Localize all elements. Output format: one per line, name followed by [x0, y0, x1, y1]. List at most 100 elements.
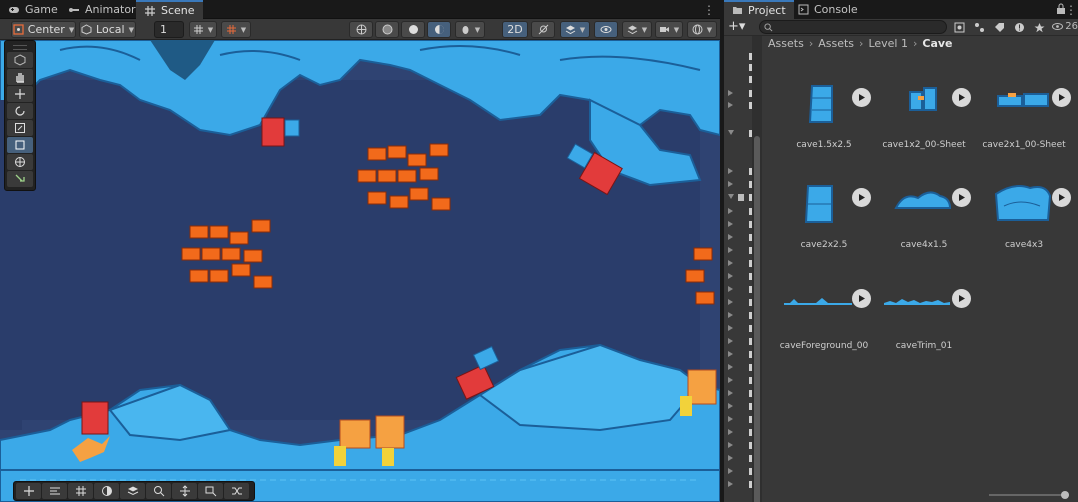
- gizmos-dropdown[interactable]: ▼: [687, 21, 717, 38]
- grid-snap-dropdown[interactable]: ▼: [189, 21, 217, 38]
- scrollbar-thumb[interactable]: [754, 136, 760, 502]
- hand-tool-button[interactable]: [7, 69, 33, 85]
- label-filter-icon: [975, 22, 984, 32]
- lighting-toggle-button[interactable]: [531, 21, 555, 38]
- stack-icon: [127, 486, 138, 496]
- view-tool-button[interactable]: [7, 52, 33, 68]
- grid-visibility-dropdown[interactable]: ▼: [221, 21, 251, 38]
- chevron-down-icon: ▼: [128, 25, 134, 34]
- camera-dropdown[interactable]: ▼: [655, 21, 683, 38]
- debug-draw-dropdown[interactable]: ▼: [455, 21, 485, 38]
- overlay-pan-button[interactable]: [172, 483, 197, 499]
- tab-game-label: Game: [25, 3, 58, 16]
- sphere-icon: [408, 25, 418, 34]
- sprite-thumbnail: [784, 298, 852, 305]
- thumbnail-size-slider[interactable]: [989, 491, 1069, 499]
- eye-icon: [600, 26, 612, 33]
- breadcrumb-item[interactable]: Assets: [768, 37, 804, 50]
- shaded-wireframe-button[interactable]: [375, 21, 399, 38]
- unlit-button[interactable]: [401, 21, 425, 38]
- chevron-down-icon: ▼: [240, 25, 247, 34]
- scale-tool-button[interactable]: [7, 120, 33, 136]
- play-preview-button[interactable]: [952, 289, 971, 308]
- overlay-picker-button[interactable]: [198, 483, 223, 499]
- pivot-rotation-dropdown[interactable]: Local ▼: [79, 21, 136, 38]
- search-by-label-button[interactable]: [972, 20, 987, 34]
- breadcrumb: Assets › Assets › Level 1 › Cave: [768, 37, 953, 50]
- overlay-grid-button[interactable]: [68, 483, 93, 499]
- more-options-icon[interactable]: ⋮: [703, 3, 715, 17]
- more-options-icon[interactable]: ⋮: [1065, 3, 1077, 17]
- asset-item[interactable]: cave2x2.5: [774, 178, 874, 268]
- local-cube-icon: [81, 24, 92, 35]
- asset-item[interactable]: cave1x2_00-Sheet: [874, 78, 974, 168]
- fx-dropdown[interactable]: ▼: [560, 21, 590, 38]
- tab-animator[interactable]: Animator: [60, 0, 144, 19]
- visibility-button[interactable]: [594, 21, 618, 38]
- transform-tool-button[interactable]: [7, 154, 33, 170]
- search-by-type-button[interactable]: [952, 20, 967, 34]
- play-preview-button[interactable]: [952, 188, 971, 207]
- search-icon: [764, 23, 773, 32]
- scene-grid-icon: [145, 5, 155, 16]
- create-asset-button[interactable]: +▾: [728, 20, 745, 34]
- play-preview-button[interactable]: [852, 88, 871, 107]
- custom-tool-icon: [15, 174, 25, 182]
- play-preview-button[interactable]: [852, 289, 871, 308]
- overlay-layers-button[interactable]: [120, 483, 145, 499]
- overlay-paint-button[interactable]: [94, 483, 119, 499]
- sprite-thumbnail: [808, 85, 833, 123]
- breadcrumb-item[interactable]: Level 1: [868, 37, 908, 50]
- lit-sphere-icon: [434, 25, 444, 34]
- asset-item[interactable]: cave4x1.5: [874, 178, 974, 268]
- folder-icon: [733, 7, 742, 14]
- palette-drag-handle[interactable]: [13, 45, 27, 50]
- play-preview-button[interactable]: [952, 88, 971, 107]
- grid-increment-field[interactable]: 1: [154, 21, 184, 38]
- tab-scene-label: Scene: [161, 4, 195, 17]
- play-preview-button[interactable]: [852, 188, 871, 207]
- overlay-move-button[interactable]: [16, 483, 41, 499]
- pivot-mode-dropdown[interactable]: Center ▼: [11, 21, 76, 38]
- play-preview-button[interactable]: [1052, 88, 1071, 107]
- tag-filter-button[interactable]: [992, 20, 1007, 34]
- play-preview-button[interactable]: [1052, 188, 1071, 207]
- tab-game[interactable]: Game: [0, 0, 66, 19]
- asset-item[interactable]: cave2x1_00-Sheet: [974, 78, 1074, 168]
- hidden-packages-toggle[interactable]: 26: [1052, 21, 1078, 32]
- tab-project[interactable]: Project: [724, 0, 794, 19]
- chevron-down-icon: ▼: [207, 25, 214, 34]
- move-tool-button[interactable]: [7, 86, 33, 102]
- asset-item[interactable]: caveForeground_00: [774, 279, 874, 369]
- asset-item[interactable]: cave4x3: [974, 178, 1074, 268]
- rect-tool-button[interactable]: [7, 137, 33, 153]
- favorites-button[interactable]: [1032, 20, 1047, 34]
- overlay-shuffle-button[interactable]: [224, 483, 249, 499]
- scale-icon: [15, 123, 25, 133]
- chevron-down-icon: ▼: [673, 25, 680, 34]
- asset-item[interactable]: cave1.5x2.5: [774, 78, 874, 168]
- scene-viewport[interactable]: [0, 40, 720, 502]
- project-filter-icons: [952, 20, 1047, 34]
- tree-scrollbar[interactable]: [752, 36, 762, 502]
- project-search-input[interactable]: [759, 20, 947, 34]
- overlay-align-button[interactable]: [42, 483, 67, 499]
- play-icon: [1059, 94, 1065, 101]
- tab-scene[interactable]: Scene: [136, 0, 203, 19]
- rotate-tool-button[interactable]: [7, 103, 33, 119]
- log-filter-button[interactable]: [1012, 20, 1027, 34]
- slider-knob[interactable]: [1061, 491, 1069, 499]
- hidden-count: 26: [1065, 21, 1078, 32]
- toggle-2d-button[interactable]: 2D: [502, 21, 528, 38]
- breadcrumb-item[interactable]: Assets: [818, 37, 854, 50]
- tab-console[interactable]: Console: [790, 0, 866, 19]
- transform-icon: [15, 157, 25, 167]
- layers-dropdown[interactable]: ▼: [622, 21, 652, 38]
- custom-tool-button[interactable]: [7, 171, 33, 187]
- asset-item[interactable]: caveTrim_01: [874, 279, 974, 369]
- wireframe-button[interactable]: [349, 21, 373, 38]
- overlay-search-button[interactable]: [146, 483, 171, 499]
- pivot-center-icon: [13, 24, 24, 35]
- shaded-button[interactable]: [427, 21, 451, 38]
- breadcrumb-current[interactable]: Cave: [922, 37, 952, 50]
